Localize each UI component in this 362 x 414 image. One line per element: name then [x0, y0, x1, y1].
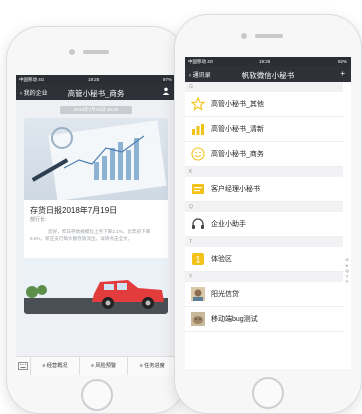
contact-row[interactable]: 高管小秘书_商务	[185, 142, 343, 167]
status-bar: 中国移动 4G 19:25 92%	[185, 57, 351, 66]
section-header: G	[185, 82, 343, 92]
front-camera	[241, 33, 247, 39]
contact-row[interactable]: 高管小秘书_清新	[185, 117, 343, 142]
contact-row[interactable]: 1 体验区	[185, 247, 343, 272]
carrier-label: 中国移动 4G	[19, 77, 45, 82]
report-title: 存货日报2018年7月19日	[30, 206, 118, 215]
report-cover-image	[24, 118, 168, 201]
contact-row[interactable]: 移动端bug测试	[185, 307, 343, 332]
flag-icon	[192, 184, 204, 194]
report-card[interactable]: 存货日报2018年7月19日 部行长: 您好，昨日存款规模比上月下降2.1%，比…	[24, 118, 168, 314]
number-badge-icon: 1	[192, 253, 204, 265]
contact-name: 阳光信贷	[211, 291, 239, 298]
index-letter[interactable]: Y	[344, 279, 350, 285]
section-header: K	[185, 167, 343, 177]
contact-row[interactable]: 阳光信贷	[185, 282, 343, 307]
chart-paper-illustration	[31, 120, 167, 201]
earpiece-speaker	[83, 50, 109, 54]
section-header: Q	[185, 202, 343, 212]
chat-screen: 中国移动 4G 19:25 97% ‹ 我的企业 高管小秘书_商务 2018年7…	[16, 75, 176, 375]
page-title: 高管小秘书_商务	[67, 89, 125, 98]
contact-row[interactable]: 企业小助手	[185, 212, 343, 237]
front-camera	[69, 49, 75, 55]
contact-row[interactable]: 高管小秘书_其他	[185, 92, 343, 117]
contact-name: 移动端bug测试	[211, 316, 258, 323]
add-button[interactable]: +	[340, 69, 345, 78]
menu-risk-alert[interactable]: ≡ 风险预警	[80, 357, 129, 375]
keyboard-toggle[interactable]	[16, 357, 31, 375]
section-header: T	[185, 237, 343, 247]
bar-chart-icon	[192, 124, 204, 135]
menu-overview[interactable]: ≡ 经营概况	[31, 357, 80, 375]
menu-label: 经营概况	[46, 363, 68, 369]
carrier-label: 中国移动 4G	[188, 59, 214, 64]
alphabet-index[interactable]: G K Q T Y	[344, 257, 350, 285]
nav-bar: ‹ 通讯录 帆软微信小秘书 +	[185, 66, 351, 82]
left-phone: 中国移动 4G 19:25 97% ‹ 我的企业 高管小秘书_商务 2018年7…	[6, 26, 186, 414]
person-icon	[162, 87, 170, 95]
contact-list: G 高管小秘书_其他 高管小秘书_清新 高管小秘书_商务 K 客户经理小秘书 Q…	[185, 82, 343, 369]
menu-task-progress[interactable]: ≡ 任务进度	[128, 357, 176, 375]
page-title: 帆软微信小秘书	[241, 71, 295, 80]
contact-name: 体验区	[211, 256, 232, 263]
menu-label: 任务进度	[144, 363, 165, 369]
contact-name: 企业小助手	[211, 221, 246, 228]
photo-avatar-icon	[191, 312, 205, 326]
contact-name: 高管小秘书_商务	[211, 151, 264, 158]
nav-bar: ‹ 我的企业 高管小秘书_商务	[16, 84, 176, 100]
section-header: Y	[185, 272, 343, 282]
contacts-screen: 中国移动 4G 19:25 92% ‹ 通讯录 帆软微信小秘书 + G 高管小秘…	[185, 57, 351, 369]
car-illustration	[24, 258, 168, 314]
earpiece-speaker	[255, 34, 283, 38]
star-icon	[191, 97, 205, 111]
headset-icon	[192, 218, 204, 229]
menu-label: 风险预警	[95, 363, 117, 369]
home-button[interactable]	[81, 379, 113, 411]
home-button[interactable]	[252, 377, 284, 409]
bottom-menu: ≡ 经营概况 ≡ 风险预警 ≡ 任务进度	[16, 356, 176, 375]
report-summary: 您好，昨日存款规模比上月下降2.1%，比年初下降8.6%，新庄支行每大额存款流出…	[30, 229, 151, 241]
right-phone: 中国移动 4G 19:25 92% ‹ 通讯录 帆软微信小秘书 + G 高管小秘…	[174, 14, 362, 414]
contact-name: 客户经理小秘书	[211, 186, 260, 193]
contact-name: 高管小秘书_其他	[211, 101, 264, 108]
contact-row[interactable]: 客户经理小秘书	[185, 177, 343, 202]
battery-level: 92%	[337, 59, 347, 64]
contact-name: 高管小秘书_清新	[211, 126, 264, 133]
message-timestamp: 2018年7月19日 16:29	[60, 106, 132, 114]
battery-level: 97%	[162, 77, 172, 82]
clock: 19:25	[88, 77, 100, 82]
status-bar: 中国移动 4G 19:25 97%	[16, 75, 176, 84]
clock: 19:25	[259, 59, 271, 64]
keyboard-icon	[18, 362, 28, 370]
smiley-icon	[191, 147, 205, 161]
profile-button[interactable]	[162, 87, 170, 97]
photo-avatar-icon	[191, 287, 205, 301]
report-salutation: 部行长:	[30, 217, 47, 223]
svg-text:1: 1	[195, 255, 200, 265]
